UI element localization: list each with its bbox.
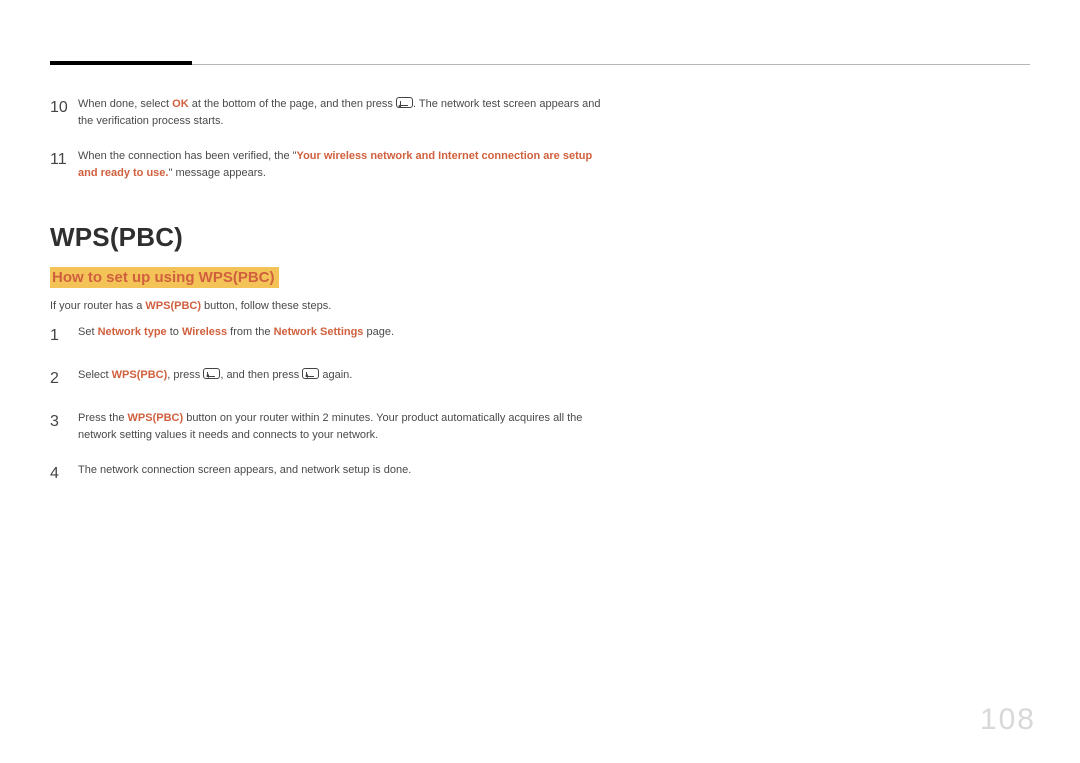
step-body: The network connection screen appears, a…	[78, 462, 411, 487]
step-body: Press the WPS(PBC) button on your router…	[78, 410, 610, 444]
text-run: at the bottom of the page, and then pres…	[189, 98, 396, 110]
step-body: Set Network type to Wireless from the Ne…	[78, 324, 394, 349]
page-number: 108	[980, 703, 1036, 737]
step-number: 1	[50, 324, 78, 349]
step-number: 4	[50, 462, 78, 487]
text-run: , and then press	[220, 369, 302, 381]
text-run: WPS(PBC)	[128, 412, 184, 424]
text-run: , press	[167, 369, 203, 381]
text-run: When done, select	[78, 98, 172, 110]
text-run: button, follow these steps.	[201, 300, 331, 312]
page-content: 10When done, select OK at the bottom of …	[50, 96, 610, 505]
enter-icon	[396, 97, 413, 108]
header-accent	[50, 61, 192, 65]
subsection-title: How to set up using WPS(PBC)	[50, 267, 279, 288]
step-number: 11	[50, 148, 78, 182]
text-run: If your router has a	[50, 300, 145, 312]
text-run: OK	[172, 98, 189, 110]
text-run: Network Settings	[274, 326, 364, 338]
text-run: from the	[227, 326, 273, 338]
step: 3Press the WPS(PBC) button on your route…	[50, 410, 610, 444]
section-title: WPS(PBC)	[50, 222, 610, 253]
step: 4The network connection screen appears, …	[50, 462, 610, 487]
text-run: Select	[78, 369, 112, 381]
text-run: Network type	[98, 326, 167, 338]
step-number: 3	[50, 410, 78, 444]
step-number: 10	[50, 96, 78, 130]
text-run: again.	[319, 369, 352, 381]
step: 10When done, select OK at the bottom of …	[50, 96, 610, 130]
step: 11When the connection has been verified,…	[50, 148, 610, 182]
intro-line: If your router has a WPS(PBC) button, fo…	[50, 300, 610, 312]
step-number: 2	[50, 367, 78, 392]
text-run: Press the	[78, 412, 128, 424]
text-run: WPS(PBC)	[145, 300, 201, 312]
top-steps-list: 10When done, select OK at the bottom of …	[50, 96, 610, 182]
step-body: When done, select OK at the bottom of th…	[78, 96, 610, 130]
text-run: Set	[78, 326, 98, 338]
steps-list: 1Set Network type to Wireless from the N…	[50, 324, 610, 486]
text-run: The network connection screen appears, a…	[78, 464, 411, 476]
text-run: WPS(PBC)	[112, 369, 168, 381]
step-body: When the connection has been verified, t…	[78, 148, 610, 182]
step: 1Set Network type to Wireless from the N…	[50, 324, 610, 349]
enter-icon	[203, 368, 220, 379]
enter-icon	[302, 368, 319, 379]
text-run: to	[167, 326, 182, 338]
text-run: " message appears.	[168, 167, 265, 179]
text-run: page.	[363, 326, 394, 338]
text-run: When the connection has been verified, t…	[78, 150, 297, 162]
text-run: Wireless	[182, 326, 227, 338]
step: 2Select WPS(PBC), press , and then press…	[50, 367, 610, 392]
header-rule	[50, 64, 1030, 65]
step-body: Select WPS(PBC), press , and then press …	[78, 367, 352, 392]
